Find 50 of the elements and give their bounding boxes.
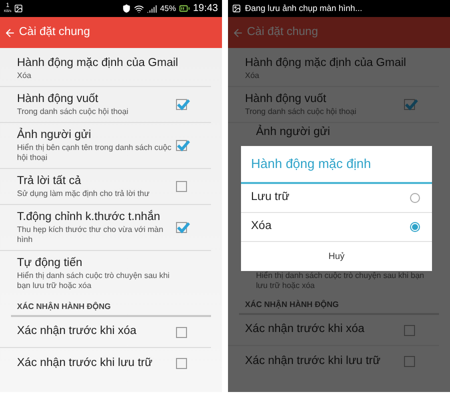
setting-subtitle: Hiển thị danh sách cuộc trò chuyện sau khi bạn lưu trữ hoặc xóa bbox=[256, 271, 426, 291]
setting-subtitle: Hiển thị bên cạnh tên trong danh sách cuộc hội thoại bbox=[17, 143, 172, 163]
battery-percent: 45% bbox=[160, 2, 176, 14]
setting-title: Hành động mặc định của Gmail bbox=[245, 56, 408, 71]
setting-title: Hành động mặc định của Gmail bbox=[17, 56, 180, 71]
checkbox[interactable] bbox=[176, 181, 187, 192]
notification-text: Đang lưu ảnh chụp màn hình... bbox=[245, 2, 362, 15]
checkbox[interactable] bbox=[176, 326, 187, 338]
setting-subtitle: Sử dụng làm mặc định cho trả lời thư bbox=[17, 189, 150, 199]
checked-checkbox[interactable] bbox=[176, 222, 187, 233]
back-icon[interactable] bbox=[4, 26, 16, 38]
setting-title: Hành động vuốt bbox=[17, 92, 100, 107]
checked-checkbox[interactable] bbox=[176, 140, 187, 151]
app-bar-title: Cài đặt chung bbox=[247, 24, 318, 40]
setting-title: Ảnh người gửi bbox=[256, 125, 330, 140]
back-icon[interactable] bbox=[232, 26, 244, 38]
setting-title: Ảnh người gửi bbox=[17, 128, 92, 143]
setting-title: T.động chỉnh k.thước t.nhắn bbox=[17, 210, 162, 225]
setting-title: Xác nhận trước khi lưu trữ bbox=[17, 356, 154, 371]
battery-icon bbox=[178, 3, 190, 14]
section-header: XÁC NHẬN HÀNH ĐỘNG bbox=[17, 301, 111, 312]
checkbox[interactable] bbox=[176, 358, 187, 369]
radio[interactable] bbox=[410, 193, 420, 203]
setting-subtitle: Trong danh sách cuộc hội thoại bbox=[17, 107, 130, 117]
setting-subtitle: Trong danh sách cuộc hội thoại bbox=[245, 107, 358, 117]
checked-checkbox[interactable] bbox=[404, 99, 415, 110]
setting-title: Xác nhận trước khi xóa bbox=[17, 324, 138, 340]
image-icon bbox=[232, 4, 241, 13]
setting-title: Xác nhận trước khi xóa bbox=[245, 322, 366, 338]
signal-icon bbox=[146, 4, 157, 14]
selected-radio[interactable] bbox=[410, 222, 420, 232]
setting-subtitle: Hiển thị danh sách cuộc trò chuyện sau khi bạn lưu trữ hoặc xóa bbox=[17, 271, 171, 291]
setting-title: Xác nhận trước khi lưu trữ bbox=[245, 354, 382, 369]
checked-checkbox[interactable] bbox=[176, 99, 187, 110]
setting-subtitle: Xóa bbox=[245, 71, 260, 81]
radio-option[interactable]: Lưu trữ bbox=[241, 184, 432, 213]
setting-subtitle: Thu hẹp kích thước thư cho vừa với màn hình bbox=[17, 225, 164, 245]
wifi-icon bbox=[134, 4, 144, 14]
setting-title: Trả lời tất cả bbox=[17, 174, 82, 189]
setting-title: Tự động tiến bbox=[17, 256, 84, 271]
section-header: XÁC NHẬN HÀNH ĐỘNG bbox=[245, 299, 339, 310]
checkbox[interactable] bbox=[404, 356, 415, 367]
app-bar-title: Cài đặt chung bbox=[19, 24, 90, 40]
dialog-title: Hành động mặc định bbox=[251, 155, 371, 174]
clock: 19:43 bbox=[192, 2, 218, 16]
setting-subtitle: Xóa bbox=[17, 71, 32, 81]
setting-title: Hành động vuốt bbox=[245, 92, 328, 107]
image-icon bbox=[14, 4, 24, 13]
checkbox[interactable] bbox=[404, 324, 415, 336]
shield-icon bbox=[122, 4, 131, 13]
